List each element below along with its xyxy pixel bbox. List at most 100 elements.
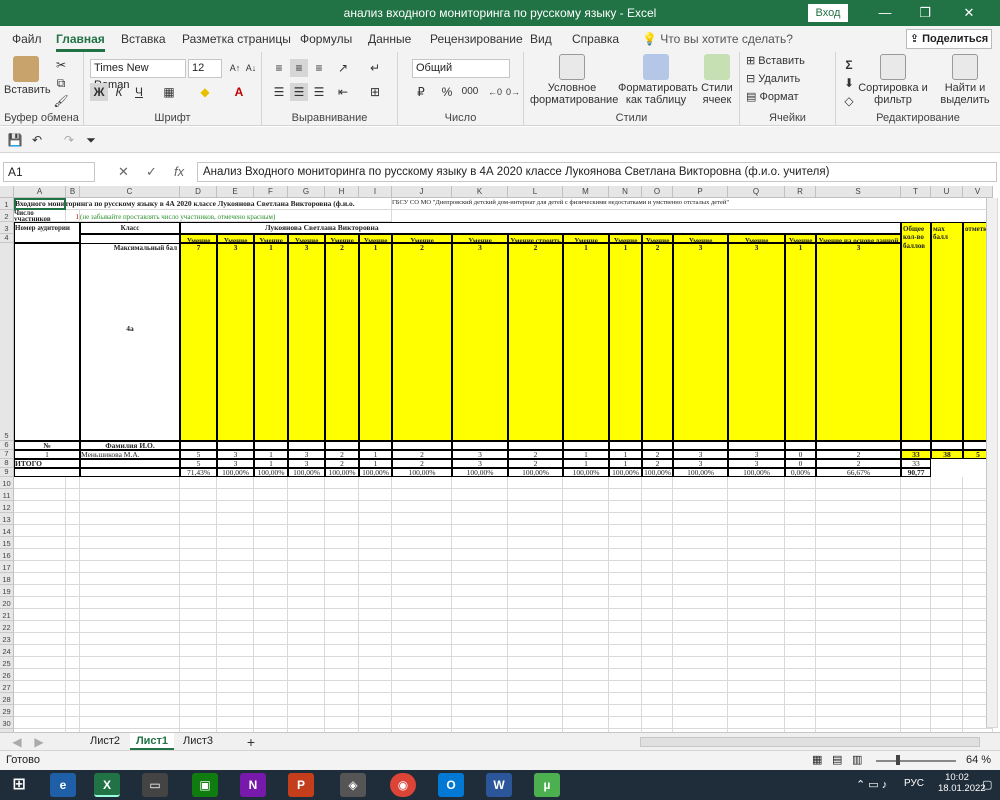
empty-cell[interactable] xyxy=(728,477,785,489)
empty-cell[interactable] xyxy=(14,633,66,645)
notifications-icon[interactable]: ▢ xyxy=(982,778,992,791)
empty-cell[interactable] xyxy=(359,717,392,729)
score-cell[interactable]: 3 xyxy=(217,450,254,459)
column-header[interactable]: F xyxy=(254,186,288,198)
empty-cell[interactable] xyxy=(563,717,609,729)
empty-cell[interactable] xyxy=(66,549,80,561)
empty-cell[interactable] xyxy=(508,489,563,501)
empty-cell[interactable] xyxy=(392,681,452,693)
empty-cell[interactable] xyxy=(180,573,217,585)
row-header[interactable]: 16 xyxy=(0,549,14,561)
empty-cell[interactable] xyxy=(931,525,963,537)
tab-review[interactable]: Рецензирование xyxy=(430,32,523,46)
tab-view[interactable]: Вид xyxy=(530,32,552,46)
empty-cell[interactable] xyxy=(392,501,452,513)
empty-cell[interactable] xyxy=(816,717,901,729)
empty-cell[interactable] xyxy=(80,459,180,468)
max-point-cell[interactable]: 1 xyxy=(563,243,609,441)
empty-cell[interactable] xyxy=(901,717,931,729)
empty-cell[interactable] xyxy=(673,717,728,729)
empty-cell[interactable] xyxy=(217,573,254,585)
empty-cell[interactable] xyxy=(508,477,563,489)
save-icon[interactable]: 💾 xyxy=(6,131,24,149)
row-header[interactable]: 9 xyxy=(0,467,14,477)
skill-header[interactable]: Умение классифицировать слова по составу xyxy=(642,234,673,243)
empty-cell[interactable] xyxy=(785,489,816,501)
score-cell[interactable]: 1 xyxy=(359,450,392,459)
empty-cell[interactable] xyxy=(452,501,508,513)
empty-cell[interactable] xyxy=(816,597,901,609)
max-point-cell[interactable]: 3 xyxy=(673,243,728,441)
empty-cell[interactable] xyxy=(728,525,785,537)
empty-cell[interactable] xyxy=(80,609,180,621)
percent-button[interactable]: % xyxy=(438,83,456,101)
empty-cell[interactable] xyxy=(901,597,931,609)
empty-cell[interactable] xyxy=(254,693,288,705)
empty-cell[interactable] xyxy=(288,477,325,489)
empty-cell[interactable] xyxy=(931,633,963,645)
empty-cell[interactable] xyxy=(288,609,325,621)
empty-cell[interactable] xyxy=(66,585,80,597)
empty-cell[interactable] xyxy=(609,477,642,489)
empty-cell[interactable] xyxy=(785,549,816,561)
vertical-scrollbar[interactable] xyxy=(986,198,998,728)
skill-header[interactable]: Умение распознавать части речи xyxy=(288,234,325,243)
skill-header[interactable]: Умение писать текст под диктовку, соблюд… xyxy=(180,234,217,243)
total-cell[interactable]: 1 xyxy=(609,459,642,468)
empty-cell[interactable] xyxy=(901,525,931,537)
empty-cell[interactable] xyxy=(217,693,254,705)
empty-cell[interactable] xyxy=(931,513,963,525)
empty-cell[interactable] xyxy=(563,513,609,525)
max-point-cell[interactable]: 1 xyxy=(609,243,642,441)
empty-cell[interactable] xyxy=(14,477,66,489)
row-header[interactable]: 18 xyxy=(0,573,14,585)
column-header[interactable]: T xyxy=(901,186,931,198)
empty-cell[interactable] xyxy=(288,537,325,549)
empty-cell[interactable] xyxy=(80,645,180,657)
empty-cell[interactable] xyxy=(217,717,254,729)
empty-cell[interactable] xyxy=(452,597,508,609)
sheet-tab-list2[interactable]: Лист2 xyxy=(82,733,128,750)
sheet-tab-list3[interactable]: Лист3 xyxy=(176,733,220,750)
total-header[interactable]: Общее кол-во баллов xyxy=(901,222,931,441)
max-point-cell[interactable]: 3 xyxy=(217,243,254,441)
empty-cell[interactable] xyxy=(452,477,508,489)
empty-cell[interactable] xyxy=(80,513,180,525)
empty-cell[interactable] xyxy=(673,501,728,513)
currency-icon[interactable]: ₽ xyxy=(412,83,430,101)
empty-cell[interactable] xyxy=(359,537,392,549)
empty-cell[interactable] xyxy=(642,705,673,717)
percent-cell[interactable]: 66,67% xyxy=(816,468,901,477)
empty-cell[interactable] xyxy=(180,501,217,513)
empty-cell[interactable] xyxy=(816,585,901,597)
percent-cell[interactable]: 100,00% xyxy=(217,468,254,477)
percent-cell[interactable]: 0,00% xyxy=(785,468,816,477)
empty-cell[interactable] xyxy=(728,537,785,549)
empty-cell[interactable] xyxy=(66,489,80,501)
empty-cell[interactable] xyxy=(931,693,963,705)
max-point-cell[interactable]: 3 xyxy=(288,243,325,441)
empty-cell[interactable] xyxy=(14,681,66,693)
empty-cell[interactable] xyxy=(288,633,325,645)
empty-cell[interactable] xyxy=(563,537,609,549)
empty-cell[interactable] xyxy=(254,489,288,501)
page-layout-view-icon[interactable]: ▤ xyxy=(832,753,842,766)
row-header[interactable]: 20 xyxy=(0,597,14,609)
row-header[interactable]: 26 xyxy=(0,669,14,681)
empty-cell[interactable] xyxy=(563,549,609,561)
empty-cell[interactable] xyxy=(392,537,452,549)
empty-cell[interactable] xyxy=(392,549,452,561)
empty-cell[interactable] xyxy=(325,585,359,597)
empty-cell[interactable] xyxy=(217,669,254,681)
tab-data[interactable]: Данные xyxy=(368,32,411,46)
empty-cell[interactable] xyxy=(359,633,392,645)
empty-cell[interactable] xyxy=(816,609,901,621)
align-left-icon[interactable]: ☰ xyxy=(270,83,288,101)
empty-cell[interactable] xyxy=(217,645,254,657)
skill-header[interactable]: Умение распознавать однородные члены пре… xyxy=(217,234,254,243)
empty-cell[interactable] xyxy=(901,585,931,597)
column-header[interactable]: D xyxy=(180,186,217,198)
empty-cell[interactable] xyxy=(254,645,288,657)
skill-header[interactable]: Умение распознавать главные члены предло… xyxy=(254,234,288,243)
empty-cell[interactable] xyxy=(931,657,963,669)
